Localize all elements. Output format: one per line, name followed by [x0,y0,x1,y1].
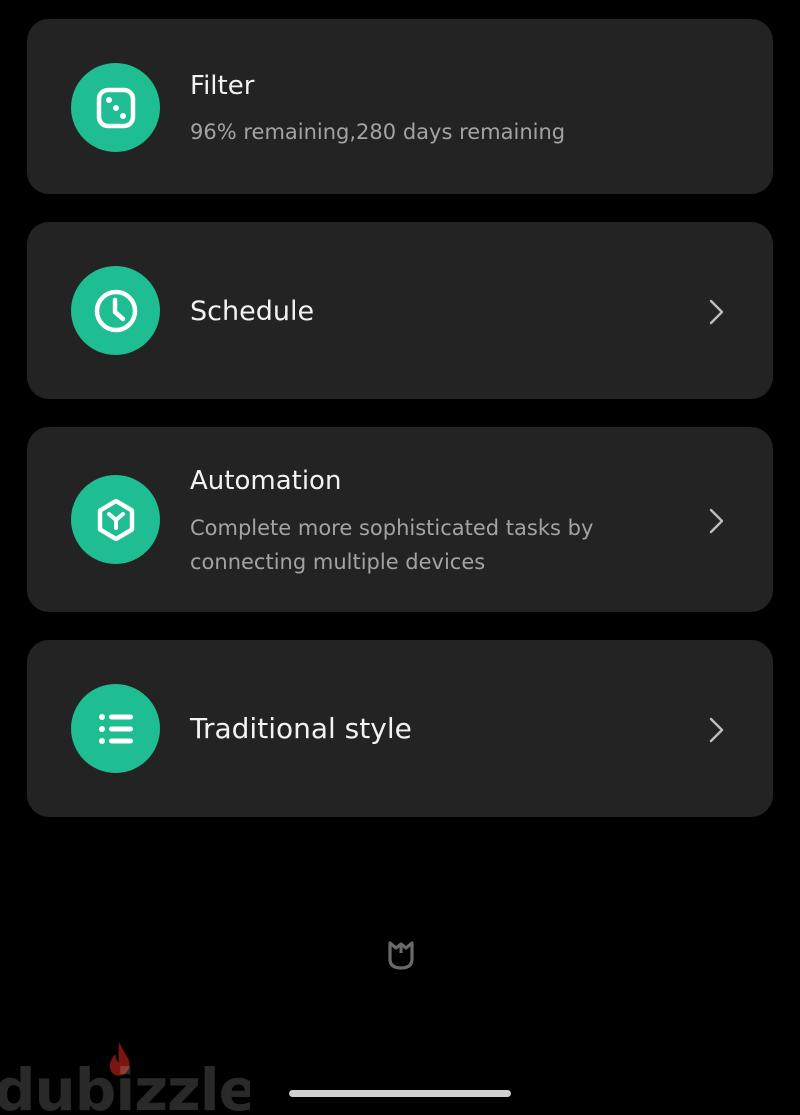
chevron-right-icon [709,508,724,534]
traditional-style-card[interactable]: Traditional style [27,640,773,817]
filter-icon-badge [71,63,160,152]
filter-card[interactable]: Filter 96% remaining,280 days remaining [27,19,773,194]
chevron-right-icon [709,299,724,325]
traditional-style-title: Traditional style [190,712,412,745]
list-icon [98,713,133,744]
traditional-style-icon-badge [71,684,160,773]
automation-description: Complete more sophisticated tasks by con… [190,516,594,574]
dubizzle-watermark: dubizzle [0,1040,250,1115]
filter-status: 96% remaining,280 days remaining [190,120,566,144]
schedule-title: Schedule [190,296,315,327]
watermark-text: dubizzle [0,1056,250,1115]
automation-icon-badge [71,475,160,564]
schedule-card[interactable]: Schedule [27,222,773,399]
chevron-right-icon [709,717,724,743]
schedule-icon-badge [71,266,160,355]
filter-title: Filter [190,71,255,101]
filter-icon [96,87,135,128]
device-settings-screen: Filter 96% remaining,280 days remaining … [0,0,800,1115]
automation-title: Automation [190,466,342,496]
mi-home-logo-icon [388,941,414,970]
automation-icon [97,498,134,541]
home-indicator[interactable] [289,1090,511,1097]
automation-card[interactable]: Automation Complete more sophisticated t… [27,427,773,612]
clock-icon [94,289,137,332]
